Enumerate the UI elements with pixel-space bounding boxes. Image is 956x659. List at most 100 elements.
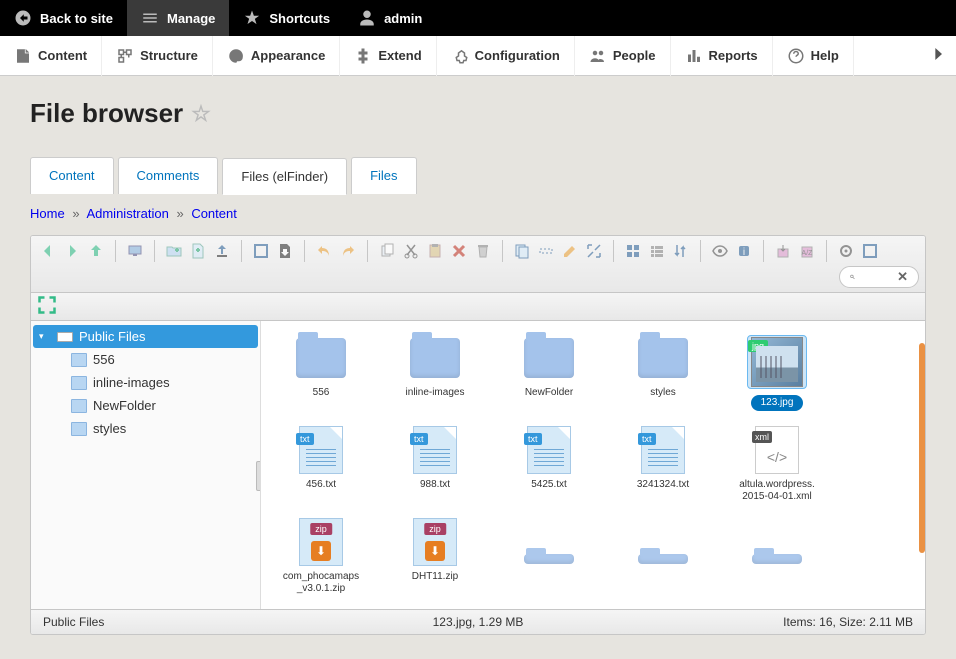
user-menu[interactable]: admin (344, 0, 436, 36)
file-item[interactable] (623, 519, 703, 595)
breadcrumb-content[interactable]: Content (191, 206, 237, 221)
archive-icon[interactable]: A/Z (796, 240, 818, 262)
nav-resize-handle[interactable] (254, 321, 260, 609)
file-item[interactable]: zip⬇DHT11.zip (395, 519, 475, 595)
tab-files[interactable]: Files (351, 157, 416, 194)
nav-up-icon[interactable] (85, 240, 107, 262)
sort-icon[interactable] (670, 240, 692, 262)
tree-folder[interactable]: 556 (31, 348, 260, 371)
file-item[interactable]: NewFolder (509, 335, 589, 411)
rename-icon[interactable] (535, 240, 557, 262)
tree-root[interactable]: ▾ Public Files (33, 325, 258, 348)
file-grid[interactable]: 556 inline-images NewFolder styles jpg123.jp… (261, 321, 925, 609)
file-label: styles (650, 387, 676, 399)
newfolder-icon[interactable] (163, 240, 185, 262)
elfinder-workspace: ▾ Public Files 556inline-imagesNewFolder… (31, 321, 925, 609)
status-summary: Items: 16, Size: 2.11 MB (783, 615, 913, 629)
adminmenu-tour[interactable] (924, 46, 956, 65)
folder-icon (409, 335, 461, 381)
file-item[interactable]: inline-images (395, 335, 475, 411)
breadcrumb-administration[interactable]: Administration (86, 206, 168, 221)
netmount-icon[interactable] (124, 240, 146, 262)
adminmenu-people[interactable]: People (575, 36, 671, 76)
txt-icon: txt (295, 427, 347, 473)
favorite-icon[interactable]: ☆ (191, 101, 211, 127)
delete-icon[interactable] (448, 240, 470, 262)
copy-icon[interactable] (376, 240, 398, 262)
manage-button[interactable]: Manage (127, 0, 229, 36)
newfile-icon[interactable] (187, 240, 209, 262)
tree-folder[interactable]: NewFolder (31, 394, 260, 417)
file-item[interactable]: txt 456.txt (281, 427, 361, 503)
file-item[interactable]: txt3241324.txt (623, 427, 703, 503)
breadcrumb-home[interactable]: Home (30, 206, 65, 221)
shortcuts-button[interactable]: Shortcuts (229, 0, 344, 36)
jpg-icon: jpg (751, 339, 803, 385)
resize-icon[interactable] (583, 240, 605, 262)
extract-icon[interactable] (772, 240, 794, 262)
adminmenu-structure[interactable]: Structure (102, 36, 213, 76)
preferences-icon[interactable] (835, 240, 857, 262)
folder-icon (523, 519, 575, 565)
folder-icon (71, 376, 87, 390)
view-icons-icon[interactable] (622, 240, 644, 262)
adminmenu-help[interactable]: Help (773, 36, 854, 76)
download-icon[interactable] (274, 240, 296, 262)
zip-icon: zip⬇ (295, 519, 347, 565)
file-item[interactable] (509, 519, 589, 595)
preview-icon[interactable] (709, 240, 731, 262)
file-item[interactable]: 556 (281, 335, 361, 411)
tab-content[interactable]: Content (30, 157, 114, 194)
tab-comments[interactable]: Comments (118, 157, 219, 194)
paste-icon[interactable] (424, 240, 446, 262)
file-item[interactable]: jpg123.jpg (737, 335, 817, 411)
manage-label: Manage (167, 11, 215, 26)
search-clear-icon[interactable]: ✕ (897, 269, 908, 285)
file-item[interactable]: xml</>altula.wordpress.2015-04-01.xml (737, 427, 817, 503)
elfinder-toolbar-2 (31, 293, 925, 321)
file-item[interactable]: txt988.txt (395, 427, 475, 503)
file-item[interactable]: txt5425.txt (509, 427, 589, 503)
cut-icon[interactable] (400, 240, 422, 262)
nav-forward-icon[interactable] (61, 240, 83, 262)
edit-icon[interactable] (559, 240, 581, 262)
expand-workspace-icon[interactable] (37, 295, 57, 315)
empty-icon[interactable] (472, 240, 494, 262)
folder-icon (523, 335, 575, 381)
file-item[interactable]: styles (623, 335, 703, 411)
search-icon (850, 271, 855, 283)
tree-folder[interactable]: inline-images (31, 371, 260, 394)
duplicate-icon[interactable] (511, 240, 533, 262)
file-label: inline-images (406, 387, 465, 399)
toolbar-top: Back to site Manage Shortcuts admin (0, 0, 956, 36)
file-label: 456.txt (306, 479, 336, 491)
nav-back-icon[interactable] (37, 240, 59, 262)
search-input[interactable] (861, 270, 891, 284)
open-icon[interactable] (250, 240, 272, 262)
file-item[interactable]: zip⬇ com_phocamaps_v3.0.1.zip (281, 519, 361, 595)
redo-icon[interactable] (337, 240, 359, 262)
view-list-icon[interactable] (646, 240, 668, 262)
back-to-site-button[interactable]: Back to site (0, 0, 127, 36)
folder-icon (71, 422, 87, 436)
info-icon[interactable]: i (733, 240, 755, 262)
adminmenu-reports[interactable]: Reports (671, 36, 773, 76)
upload-icon[interactable] (211, 240, 233, 262)
adminmenu-appearance[interactable]: Appearance (213, 36, 340, 76)
undo-icon[interactable] (313, 240, 335, 262)
adminmenu-content[interactable]: Content (0, 36, 102, 76)
file-item[interactable] (737, 519, 817, 595)
collapse-icon[interactable]: ▾ (39, 331, 51, 342)
folder-icon (637, 335, 689, 381)
breadcrumb: Home » Administration » Content (0, 194, 956, 235)
scrollbar-thumb[interactable] (919, 343, 925, 553)
search-box[interactable]: ✕ (839, 266, 919, 288)
file-label: com_phocamaps_v3.0.1.zip (281, 571, 361, 595)
tree-folder[interactable]: styles (31, 417, 260, 440)
tab-files-elfinder[interactable]: Files (elFinder) (222, 158, 347, 195)
adminmenu-configuration[interactable]: Configuration (437, 36, 575, 76)
folder-icon (637, 519, 689, 565)
fullscreen-icon[interactable] (859, 240, 881, 262)
txt-icon: txt (523, 427, 575, 473)
adminmenu-extend[interactable]: Extend (340, 36, 436, 76)
